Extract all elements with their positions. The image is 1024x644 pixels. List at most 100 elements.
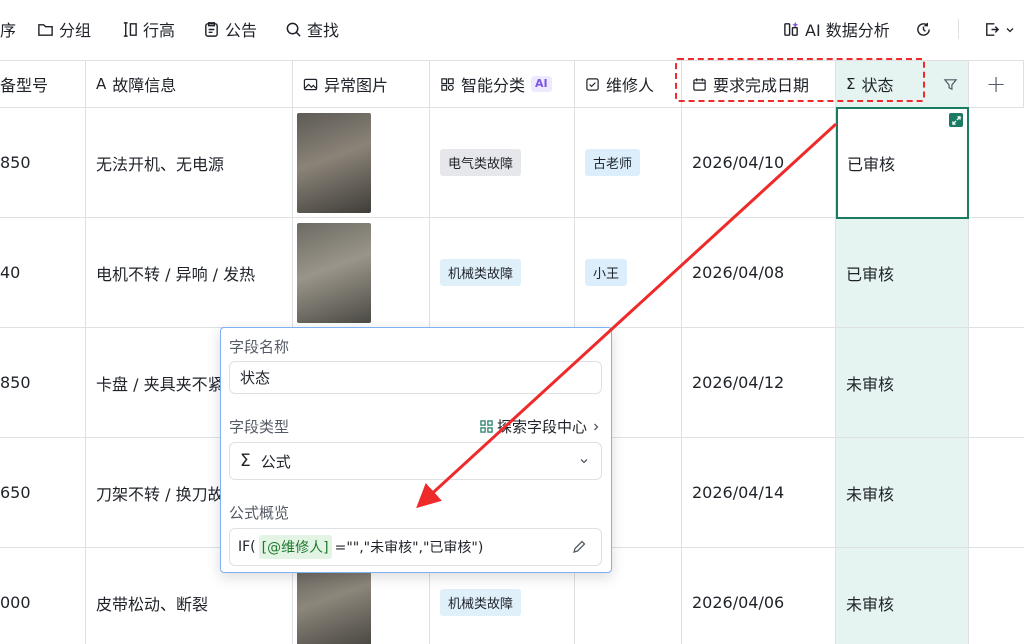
header-label: 异常图片 <box>324 76 389 95</box>
cell-model[interactable]: 650 <box>0 438 86 548</box>
cell-blank[interactable] <box>969 108 1024 218</box>
cell-due[interactable]: 2026/04/12 <box>682 328 836 438</box>
find-button[interactable]: 查找 <box>284 16 339 42</box>
history-button[interactable] <box>914 16 932 42</box>
header-smart-category[interactable]: 智能分类 AI <box>430 60 575 108</box>
cell-due[interactable]: 2026/04/08 <box>682 218 836 328</box>
field-type-value: 公式 <box>260 452 291 471</box>
cell-category[interactable]: 电气类故障 <box>430 108 575 218</box>
ai-badge: AI <box>531 76 552 92</box>
table-row[interactable]: 40 电机不转 / 异响 / 发热 机械类故障 小王 2026/04/08 已审核 <box>0 218 1024 328</box>
cell-status[interactable]: 未审核 <box>836 328 969 438</box>
header-label: 状态 <box>861 76 894 95</box>
cell-fault[interactable]: 电机不转 / 异响 / 发热 <box>86 218 293 328</box>
cell-model[interactable]: 000 <box>0 548 86 644</box>
status-text: 未审核 <box>846 374 895 394</box>
status-text: 未审核 <box>846 594 895 614</box>
status-text: 已审核 <box>847 155 896 174</box>
abnormal-photo-thumbnail[interactable] <box>297 222 371 323</box>
cell-model[interactable]: 40 <box>0 218 86 328</box>
cell-blank[interactable] <box>969 438 1024 548</box>
header-label: 故障信息 <box>112 76 177 95</box>
add-column-button[interactable]: + <box>969 60 1024 108</box>
formula-overview-label: 公式概览 <box>229 504 290 522</box>
cell-fault[interactable]: 无法开机、无电源 <box>86 108 293 218</box>
edit-pencil-icon[interactable] <box>571 539 587 555</box>
cell-blank[interactable] <box>969 218 1024 328</box>
cell-due[interactable]: 2026/04/10 <box>682 108 836 218</box>
find-label: 查找 <box>307 21 340 40</box>
cell-model[interactable]: 850 <box>0 108 86 218</box>
cell-img[interactable] <box>293 218 430 328</box>
cell-category[interactable]: 机械类故障 <box>430 218 575 328</box>
cell-repairer[interactable]: 小王 <box>575 218 682 328</box>
header-due-date[interactable]: 要求完成日期 <box>682 60 836 108</box>
sort-button[interactable]: 序 <box>0 16 16 42</box>
field-name-input[interactable]: 状态 <box>229 361 602 394</box>
person-field-icon <box>586 77 599 91</box>
notice-button[interactable]: 公告 <box>202 16 257 42</box>
cell-status[interactable]: 未审核 <box>836 548 969 644</box>
explore-link-label: 探索字段中心 <box>496 418 587 436</box>
text-field-icon: A <box>96 75 107 93</box>
selected-cell[interactable]: 已审核 <box>836 107 969 219</box>
field-type-select[interactable]: Σ 公式 <box>229 442 602 480</box>
repairer-tag: 古老师 <box>585 149 641 176</box>
group-button[interactable]: 分组 <box>36 16 91 42</box>
row-height-label: 行高 <box>143 21 176 40</box>
ai-chart-icon <box>782 20 800 38</box>
cell-model[interactable]: 850 <box>0 328 86 438</box>
due-text: 2026/04/08 <box>692 263 785 282</box>
fault-text: 皮带松动、断裂 <box>96 594 209 614</box>
cell-status[interactable]: 已审核 <box>836 218 969 328</box>
status-text: 已审核 <box>846 264 895 284</box>
chevron-down-icon <box>1005 20 1015 38</box>
model-text: 850 <box>0 373 31 392</box>
model-text: 000 <box>0 593 31 612</box>
formula-sigma-icon: Σ <box>846 75 856 93</box>
image-icon <box>303 78 318 90</box>
cell-due[interactable]: 2026/04/06 <box>682 548 836 644</box>
status-text: 未审核 <box>846 484 895 504</box>
group-label: 分组 <box>59 21 92 40</box>
ai-analysis-button[interactable]: AI 数据分析 <box>782 16 890 42</box>
model-text: 40 <box>0 263 21 282</box>
category-icon <box>441 77 454 91</box>
cell-status[interactable]: 未审核 <box>836 438 969 548</box>
header-repairer[interactable]: 维修人 <box>575 60 682 108</box>
chevron-right-icon <box>594 423 599 430</box>
header-label: 备型号 <box>0 76 49 95</box>
header-device-model[interactable]: 备型号 <box>0 60 86 108</box>
header-abnormal-image[interactable]: 异常图片 <box>293 60 430 108</box>
header-label: 维修人 <box>606 76 655 95</box>
grid-apps-icon <box>480 420 493 433</box>
export-icon <box>982 20 1000 38</box>
repairer-tag: 小王 <box>585 259 628 286</box>
cell-blank[interactable] <box>969 548 1024 644</box>
expand-icon[interactable] <box>949 113 963 127</box>
field-type-label: 字段类型 <box>229 418 290 436</box>
cell-due[interactable]: 2026/04/14 <box>682 438 836 548</box>
header-fault-info[interactable]: A 故障信息 <box>86 60 293 108</box>
filter-icon[interactable] <box>943 77 958 92</box>
due-text: 2026/04/14 <box>692 483 785 502</box>
cell-img[interactable] <box>293 108 430 218</box>
sigma-icon: Σ <box>240 451 251 471</box>
formula-preview[interactable]: IF( [@维修人] ="","未审核","已审核") <box>229 528 602 566</box>
chevron-down-icon <box>580 459 588 464</box>
header-label: 要求完成日期 <box>713 76 810 95</box>
history-icon <box>914 20 932 38</box>
cell-repairer[interactable]: 古老师 <box>575 108 682 218</box>
formula-suffix: ="","未审核","已审核") <box>334 540 484 556</box>
header-status[interactable]: Σ 状态 <box>836 60 969 108</box>
fault-text: 卡盘 / 夹具夹不紧 <box>96 374 224 394</box>
cell-blank[interactable] <box>969 328 1024 438</box>
row-height-button[interactable]: 行高 <box>120 16 175 42</box>
folder-icon <box>36 20 54 38</box>
share-menu-button[interactable] <box>982 16 1015 42</box>
formula-prefix: IF( <box>238 539 256 555</box>
abnormal-photo-thumbnail[interactable] <box>297 112 371 213</box>
toolbar: 序 分组 行高 公告 查找 AI 数据分析 <box>0 0 1024 60</box>
due-text: 2026/04/06 <box>692 593 785 612</box>
explore-field-center-link[interactable]: 探索字段中心 <box>480 416 601 437</box>
